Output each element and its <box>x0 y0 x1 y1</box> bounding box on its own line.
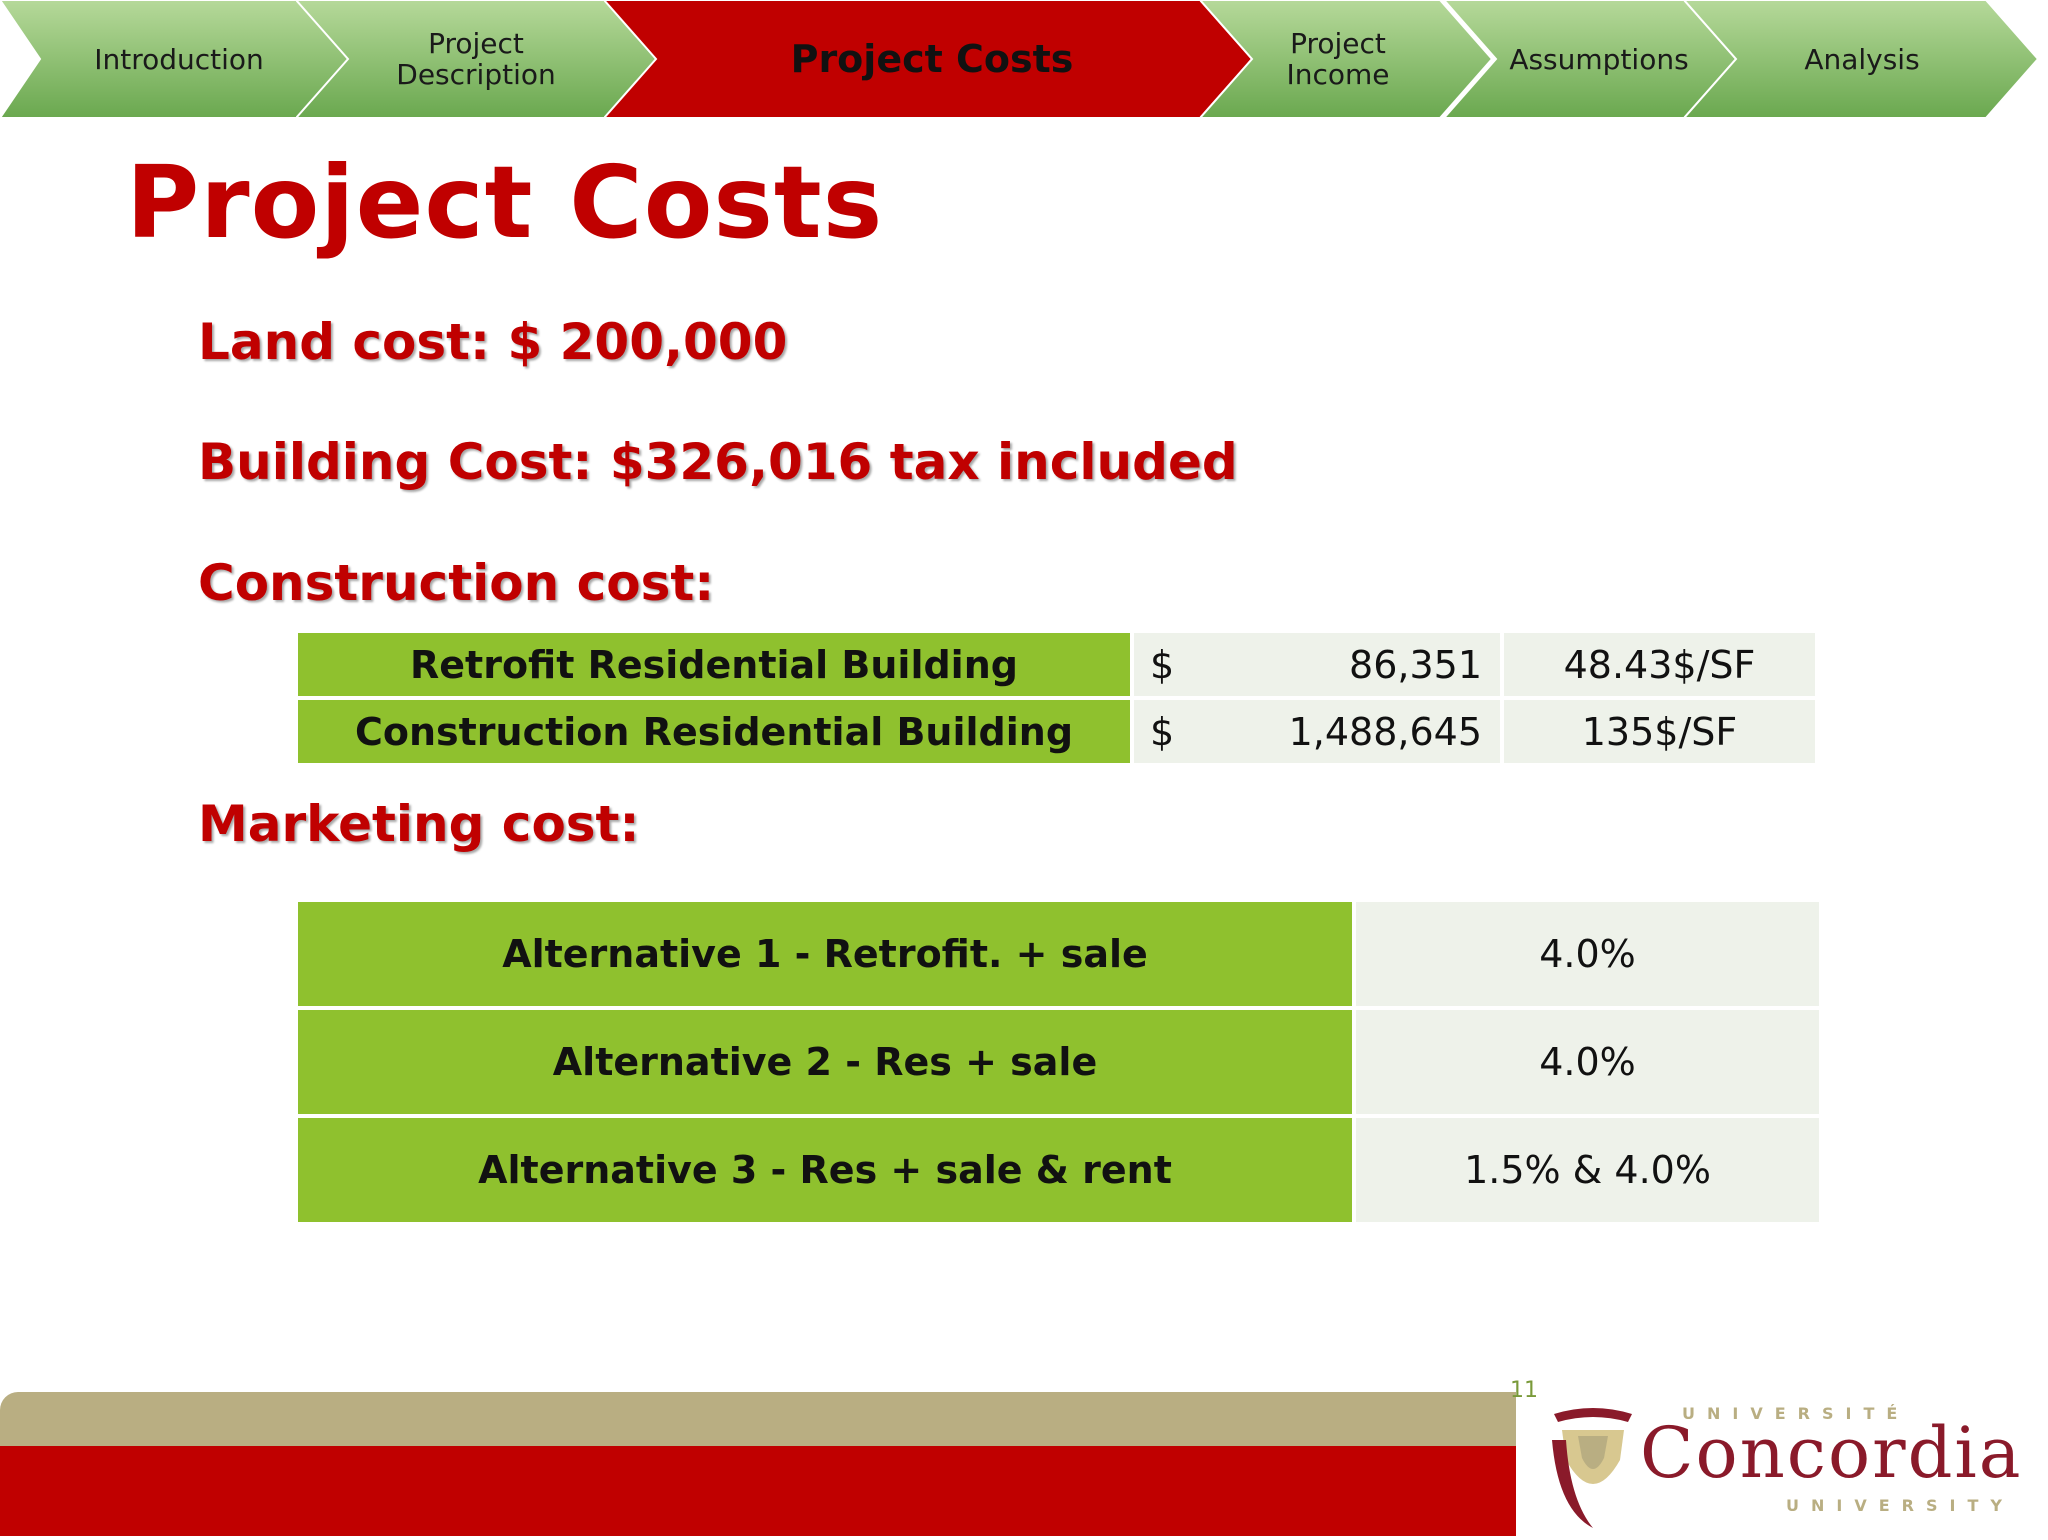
value-cell: 4.0% <box>1356 902 1819 1006</box>
table-row: Alternative 2 - Res + sale 4.0% <box>298 1010 1819 1114</box>
amount-cell: $1,488,645 <box>1134 700 1500 763</box>
marketing-cost-table: Alternative 1 - Retrofit. + sale 4.0% Al… <box>294 898 1823 1226</box>
amount-value: 86,351 <box>1349 642 1482 687</box>
table-row: Alternative 1 - Retrofit. + sale 4.0% <box>298 902 1819 1006</box>
value-cell: 4.0% <box>1356 1010 1819 1114</box>
nav-step-label: Project Costs <box>790 36 1074 81</box>
logo-wordmark: Concordia <box>1640 1412 2023 1494</box>
table-row: Retrofit Residential Building $86,351 48… <box>298 633 1815 696</box>
currency-symbol: $ <box>1150 642 1175 687</box>
row-label: Alternative 1 - Retrofit. + sale <box>298 902 1352 1006</box>
row-label: Alternative 2 - Res + sale <box>298 1010 1352 1114</box>
construction-cost-table: Retrofit Residential Building $86,351 48… <box>294 629 1819 767</box>
building-cost-heading: Building Cost: $326,016 tax included <box>198 433 1238 491</box>
nav-step-label: Analysis <box>1804 42 1920 76</box>
amount-cell: $86,351 <box>1134 633 1500 696</box>
row-label: Construction Residential Building <box>298 700 1130 763</box>
footer-band-red <box>0 1446 1516 1536</box>
nav-step-label: Introduction <box>94 42 264 76</box>
table-row: Construction Residential Building $1,488… <box>298 700 1815 763</box>
nav-step-label: Project Description <box>396 27 556 91</box>
rate-cell: 135$/SF <box>1504 700 1815 763</box>
amount-value: 1,488,645 <box>1288 709 1482 754</box>
rate-cell: 48.43$/SF <box>1504 633 1815 696</box>
currency-symbol: $ <box>1150 709 1175 754</box>
logo-text-en: UNIVERSITY <box>1786 1496 2014 1515</box>
nav-step-analysis[interactable]: Analysis <box>1684 0 2048 118</box>
row-label: Alternative 3 - Res + sale & rent <box>298 1118 1352 1222</box>
section-breadcrumb-nav: Introduction Project Description Project… <box>0 0 2048 118</box>
page-title: Project Costs <box>126 144 884 261</box>
page-number: 11 <box>1510 1378 1538 1403</box>
land-cost-heading: Land cost: $ 200,000 <box>198 313 788 371</box>
table-row: Alternative 3 - Res + sale & rent 1.5% &… <box>298 1118 1819 1222</box>
concordia-logo: UNIVERSITÉ Concordia UNIVERSITY <box>1540 1392 2048 1536</box>
construction-cost-heading: Construction cost: <box>198 554 715 612</box>
row-label: Retrofit Residential Building <box>298 633 1130 696</box>
nav-step-label: Project Income <box>1286 27 1390 91</box>
nav-step-project-costs[interactable]: Project Costs <box>604 0 1260 118</box>
crest-icon <box>1552 1408 1632 1528</box>
marketing-cost-heading: Marketing cost: <box>198 795 640 853</box>
nav-step-label: Assumptions <box>1509 42 1689 76</box>
footer-band-tan <box>0 1392 1516 1448</box>
value-cell: 1.5% & 4.0% <box>1356 1118 1819 1222</box>
